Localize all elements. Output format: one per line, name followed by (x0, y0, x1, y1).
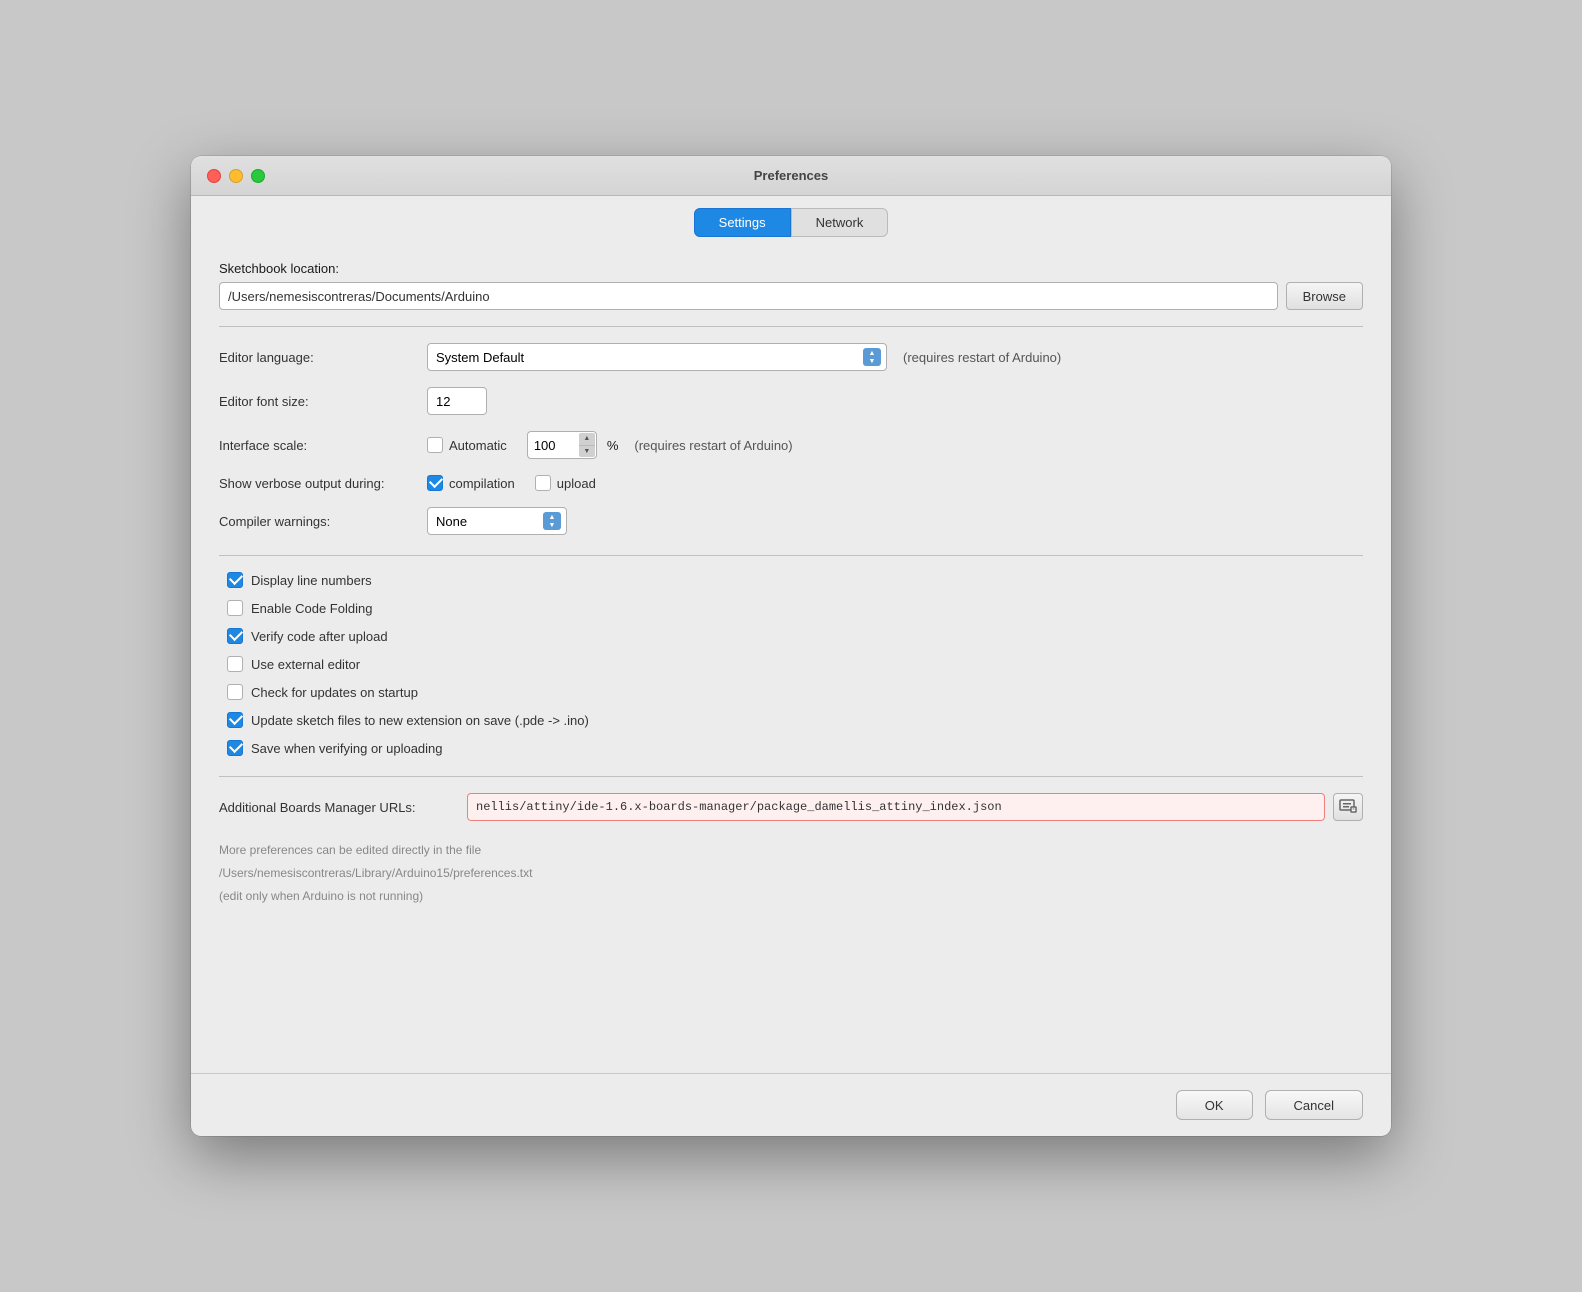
external-editor-label: Use external editor (251, 657, 360, 672)
sketchbook-label: Sketchbook location: (219, 261, 1363, 276)
checkbox-row-display-line-numbers: Display line numbers (227, 572, 1363, 588)
footer: OK Cancel (191, 1073, 1391, 1136)
minimize-button[interactable] (229, 169, 243, 183)
checkbox-row-verify-code: Verify code after upload (227, 628, 1363, 644)
external-editor-checkbox[interactable] (227, 656, 243, 672)
tab-bar: Settings Network (191, 196, 1391, 237)
verbose-options: compilation upload (427, 475, 596, 491)
check-updates-checkbox[interactable] (227, 684, 243, 700)
additional-boards-row: Additional Boards Manager URLs: (219, 793, 1363, 821)
verify-code-label: Verify code after upload (251, 629, 388, 644)
more-prefs-line3: (edit only when Arduino is not running) (219, 887, 1363, 906)
interface-scale-label: Interface scale: (219, 438, 419, 453)
maximize-button[interactable] (251, 169, 265, 183)
checkbox-row-enable-code-folding: Enable Code Folding (227, 600, 1363, 616)
scale-decrement-button[interactable]: ▼ (579, 446, 595, 458)
language-restart-note: (requires restart of Arduino) (903, 350, 1061, 365)
checkbox-row-update-sketch: Update sketch files to new extension on … (227, 712, 1363, 728)
editor-language-select[interactable]: System Default (427, 343, 887, 371)
editor-language-select-wrapper: System Default (427, 343, 887, 371)
compilation-label: compilation (449, 476, 515, 491)
close-button[interactable] (207, 169, 221, 183)
divider-3 (219, 776, 1363, 777)
ok-button[interactable]: OK (1176, 1090, 1253, 1120)
tab-network[interactable]: Network (791, 208, 889, 237)
sketchbook-path-input[interactable] (219, 282, 1278, 310)
additional-boards-label: Additional Boards Manager URLs: (219, 800, 459, 815)
boards-icon-button[interactable] (1333, 793, 1363, 821)
update-sketch-checkbox[interactable] (227, 712, 243, 728)
compiler-warnings-row: Compiler warnings: None Default More All (219, 507, 1363, 535)
sketchbook-input-row: Browse (219, 282, 1363, 310)
percent-sign: % (607, 438, 619, 453)
window-title: Preferences (754, 168, 828, 183)
interface-scale-row: Interface scale: Automatic ▲ ▼ % (requir… (219, 431, 1363, 459)
verify-code-checkbox[interactable] (227, 628, 243, 644)
browse-button[interactable]: Browse (1286, 282, 1363, 310)
check-updates-label: Check for updates on startup (251, 685, 418, 700)
enable-code-folding-checkbox[interactable] (227, 600, 243, 616)
scale-restart-note: (requires restart of Arduino) (634, 438, 792, 453)
enable-code-folding-label: Enable Code Folding (251, 601, 372, 616)
editor-font-size-input[interactable] (427, 387, 487, 415)
upload-label: upload (557, 476, 596, 491)
save-when-verifying-label: Save when verifying or uploading (251, 741, 443, 756)
compilation-checkbox-wrapper: compilation (427, 475, 515, 491)
divider-2 (219, 555, 1363, 556)
tab-settings[interactable]: Settings (694, 208, 791, 237)
upload-checkbox-wrapper: upload (535, 475, 596, 491)
verbose-output-row: Show verbose output during: compilation … (219, 475, 1363, 491)
editor-language-row: Editor language: System Default (require… (219, 343, 1363, 371)
traffic-lights (207, 169, 265, 183)
scale-spinner-wrapper: ▲ ▼ (527, 431, 597, 459)
automatic-label: Automatic (449, 438, 507, 453)
cancel-button[interactable]: Cancel (1265, 1090, 1363, 1120)
divider-1 (219, 326, 1363, 327)
compiler-warnings-select-wrapper: None Default More All (427, 507, 567, 535)
editor-font-size-label: Editor font size: (219, 394, 419, 409)
compilation-checkbox[interactable] (427, 475, 443, 491)
open-list-icon (1339, 799, 1357, 815)
editor-language-label: Editor language: (219, 350, 419, 365)
preferences-window: Preferences Settings Network Sketchbook … (191, 156, 1391, 1136)
sketchbook-location-row: Sketchbook location: Browse (219, 261, 1363, 310)
titlebar: Preferences (191, 156, 1391, 196)
preferences-content: Sketchbook location: Browse Editor langu… (191, 237, 1391, 1073)
checkbox-row-check-updates: Check for updates on startup (227, 684, 1363, 700)
checkbox-row-save-when-verifying: Save when verifying or uploading (227, 740, 1363, 756)
scale-increment-button[interactable]: ▲ (579, 433, 595, 446)
save-when-verifying-checkbox[interactable] (227, 740, 243, 756)
verbose-output-label: Show verbose output during: (219, 476, 419, 491)
more-prefs-line1: More preferences can be edited directly … (219, 841, 1363, 860)
additional-boards-input[interactable] (467, 793, 1325, 821)
checkboxes-section: Display line numbers Enable Code Folding… (219, 572, 1363, 756)
upload-checkbox[interactable] (535, 475, 551, 491)
checkbox-row-external-editor: Use external editor (227, 656, 1363, 672)
automatic-checkbox-wrapper: Automatic (427, 437, 507, 453)
compiler-warnings-label: Compiler warnings: (219, 514, 419, 529)
editor-font-size-row: Editor font size: (219, 387, 1363, 415)
more-prefs-line2: /Users/nemesiscontreras/Library/Arduino1… (219, 864, 1363, 883)
update-sketch-label: Update sketch files to new extension on … (251, 713, 589, 728)
automatic-checkbox[interactable] (427, 437, 443, 453)
more-prefs-section: More preferences can be edited directly … (219, 841, 1363, 907)
display-line-numbers-checkbox[interactable] (227, 572, 243, 588)
display-line-numbers-label: Display line numbers (251, 573, 372, 588)
compiler-warnings-select[interactable]: None Default More All (427, 507, 567, 535)
scale-spinner-buttons: ▲ ▼ (579, 433, 595, 457)
